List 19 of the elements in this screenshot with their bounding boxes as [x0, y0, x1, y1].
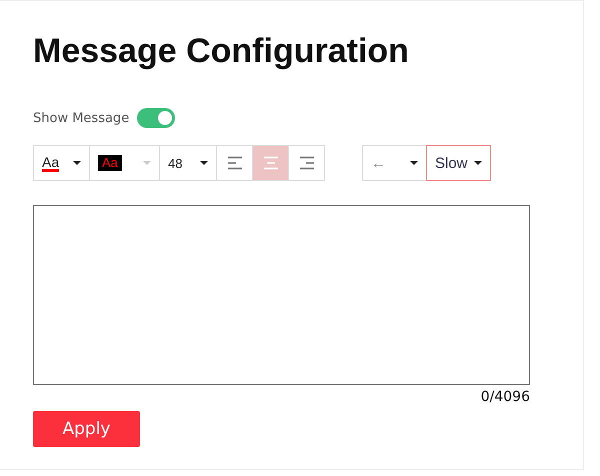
- caret-icon: [200, 161, 208, 165]
- align-center-icon: [262, 156, 278, 170]
- caret-icon: [410, 161, 418, 165]
- page-title: Message Configuration: [33, 31, 410, 71]
- scroll-direction-dropdown[interactable]: ←: [362, 145, 427, 181]
- align-right-icon: [298, 156, 314, 170]
- toggle-switch[interactable]: [137, 108, 176, 128]
- character-counter: 0/4096: [480, 389, 530, 405]
- apply-button[interactable]: Apply: [33, 411, 140, 447]
- caret-icon: [73, 161, 81, 165]
- font-size-dropdown[interactable]: 48: [159, 145, 217, 181]
- align-button[interactable]: [216, 145, 253, 181]
- caret-icon: [143, 161, 151, 165]
- show-message-label: Show Message: [33, 110, 130, 126]
- speed-dropdown[interactable]: Slow: [426, 145, 491, 181]
- font-color-dropdown[interactable]: Aa: [33, 145, 90, 181]
- align-left-icon: [226, 156, 242, 170]
- caret-icon: [474, 161, 482, 165]
- align-button[interactable]: [288, 145, 325, 181]
